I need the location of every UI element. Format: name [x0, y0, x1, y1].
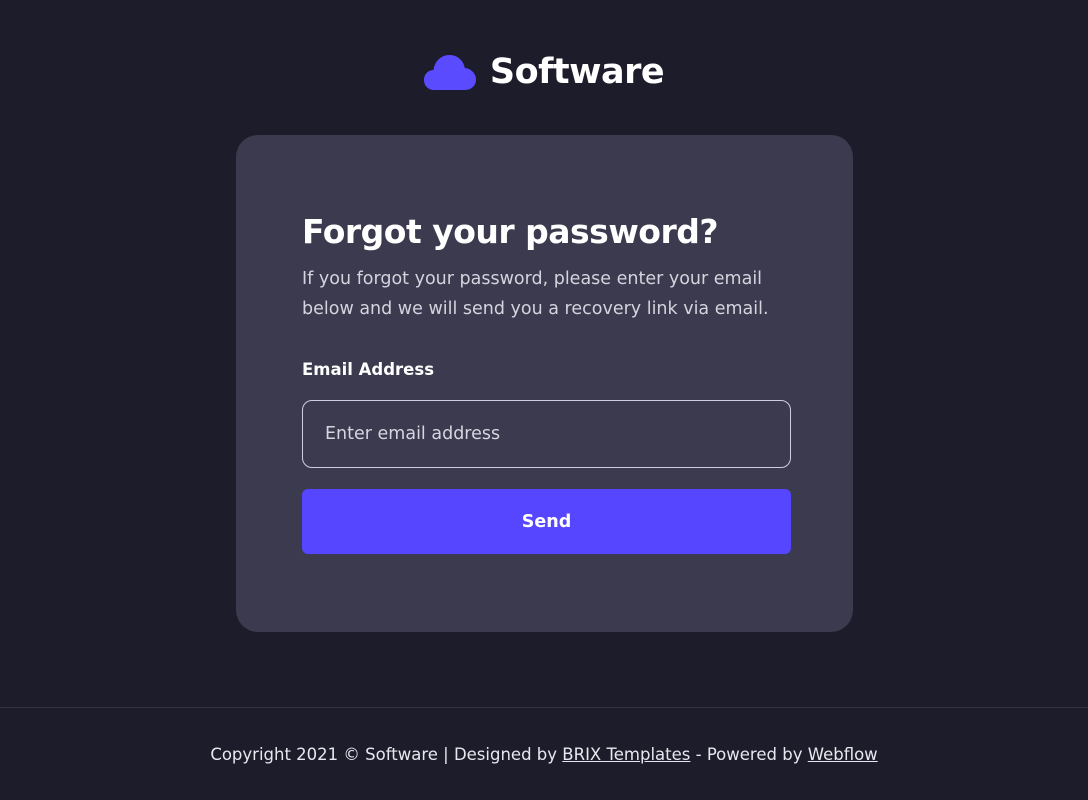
powered-by-text: - Powered by [695, 745, 803, 764]
send-button[interactable]: Send [302, 489, 791, 554]
footer: Copyright 2021 © Software | Designed by … [0, 742, 1088, 768]
copyright-text: Copyright 2021 © Software | Designed by [210, 745, 558, 764]
email-input[interactable] [302, 400, 791, 468]
footer-divider [0, 707, 1088, 708]
email-label: Email Address [302, 360, 435, 379]
site-logo[interactable]: Software [0, 48, 1088, 96]
brix-templates-link[interactable]: BRIX Templates [562, 745, 690, 764]
page-title: Forgot your password? [302, 212, 719, 251]
webflow-link[interactable]: Webflow [808, 745, 878, 764]
forgot-password-card: Forgot your password? If you forgot your… [236, 135, 853, 632]
brand-name: Software [489, 52, 665, 92]
cloud-icon [423, 55, 476, 90]
instructions-text: If you forgot your password, please ente… [302, 269, 769, 319]
